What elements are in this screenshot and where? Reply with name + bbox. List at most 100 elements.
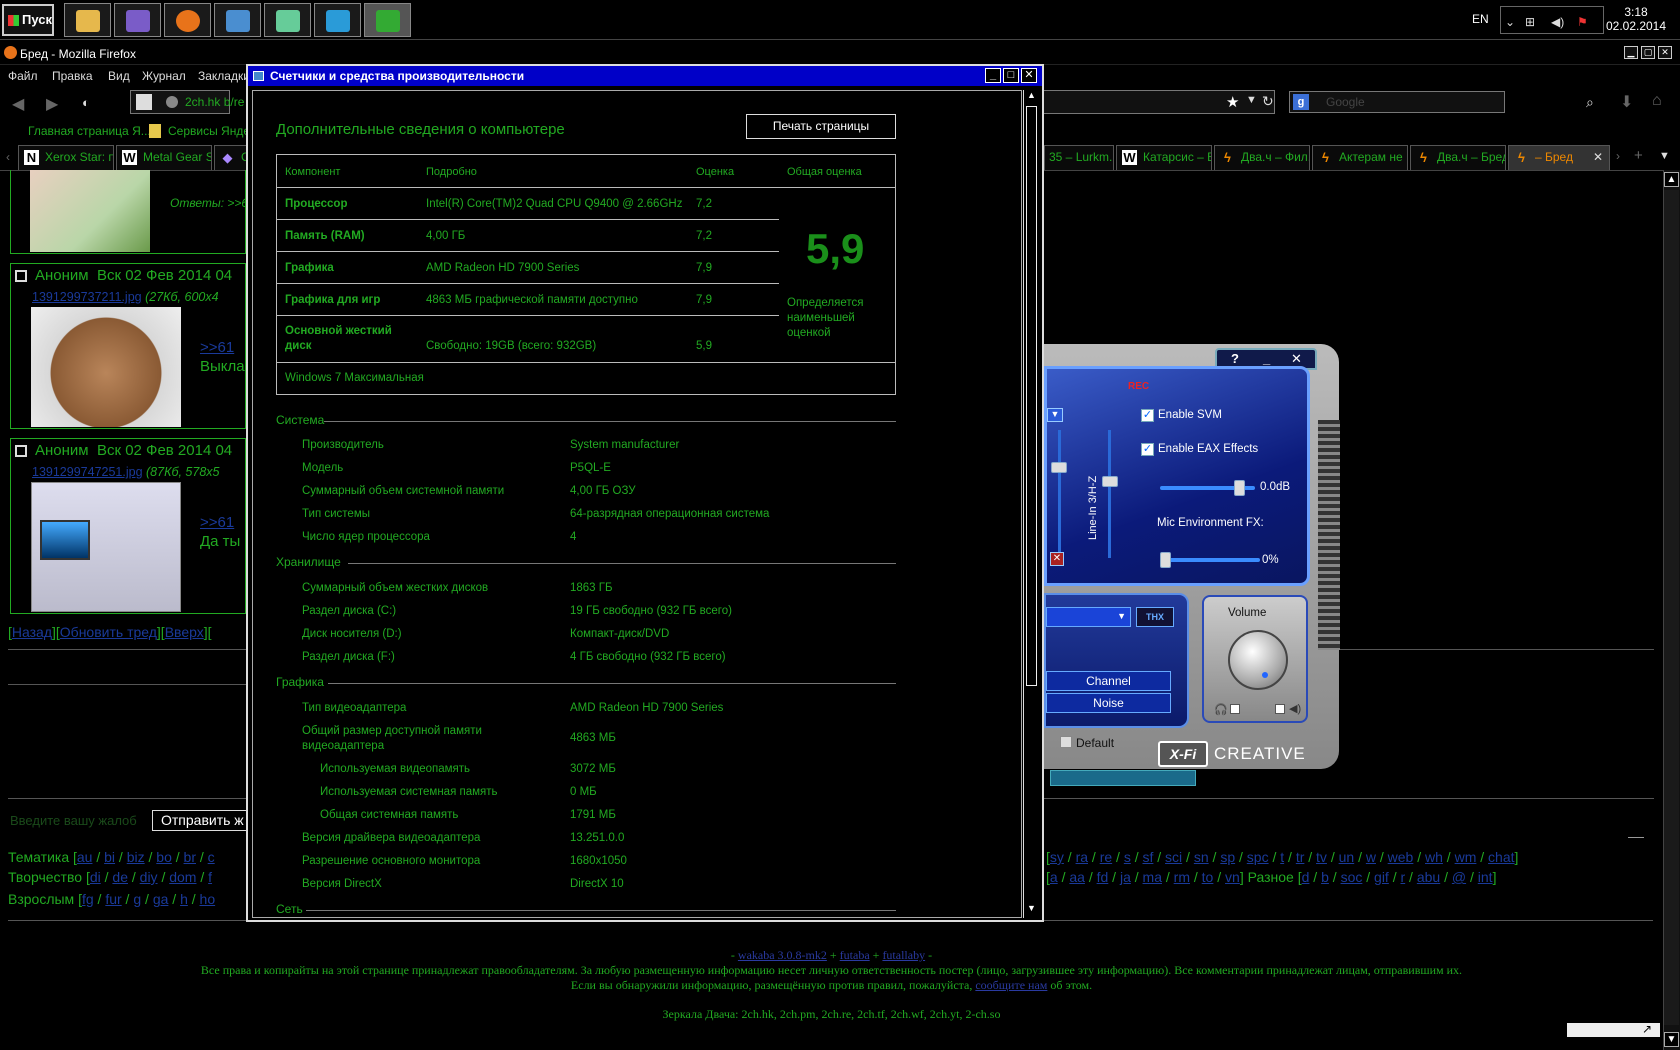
new-tab-icon[interactable]: +	[1634, 147, 1643, 164]
mic-fx-slider[interactable]	[1160, 558, 1260, 562]
taskbar-app-performance[interactable]	[364, 3, 411, 37]
chevron-down-icon[interactable]: ⌄	[1505, 15, 1515, 29]
reload-icon[interactable]: ↻	[1262, 93, 1274, 110]
board-link[interactable]: rm	[1174, 869, 1190, 885]
board-link[interactable]: ma	[1143, 869, 1162, 885]
close-icon[interactable]: ✕	[1291, 351, 1302, 367]
print-page-button[interactable]: Печать страницы	[746, 114, 896, 139]
futallaby-link[interactable]: futallaby	[882, 948, 925, 962]
home-icon[interactable]: ⌂	[1652, 92, 1662, 110]
board-link[interactable]: int	[1478, 869, 1493, 885]
dialog-minimize-button[interactable]: _	[985, 68, 1001, 83]
board-link[interactable]: soc	[1341, 869, 1363, 885]
refresh-thread-link[interactable]: Обновить тред	[60, 624, 157, 640]
board-link[interactable]: ga	[153, 891, 169, 907]
start-button[interactable]: Пуск	[2, 4, 54, 36]
dialog-scrollbar-thumb[interactable]	[1026, 106, 1037, 686]
board-link[interactable]: w	[1366, 849, 1376, 865]
taskbar-app-media[interactable]	[314, 3, 361, 37]
tab-xerox[interactable]: NXerox Star: пу...	[18, 145, 114, 170]
reply-link[interactable]: >>61	[200, 339, 234, 356]
board-link[interactable]: s	[1124, 849, 1131, 865]
tab-scroll-right-icon[interactable]: ›	[1616, 149, 1620, 163]
taskbar-app-visual-studio[interactable]	[114, 3, 161, 37]
scroll-down-icon[interactable]: ▼	[1664, 1032, 1679, 1047]
tab-metal-gear[interactable]: WMetal Gear S...	[116, 145, 212, 170]
board-link[interactable]: b	[1321, 869, 1329, 885]
back-link[interactable]: Назад	[12, 624, 52, 640]
dialog-maximize-button[interactable]: □	[1003, 68, 1019, 83]
board-link[interactable]: de	[112, 869, 128, 885]
board-link[interactable]: un	[1339, 849, 1355, 865]
download-icon[interactable]: ⬇	[1620, 92, 1633, 112]
bookmark-yandex[interactable]: Главная страница Я...	[28, 124, 151, 138]
board-link[interactable]: au	[77, 849, 93, 865]
mute-icon[interactable]: ✕	[1050, 552, 1064, 566]
default-checkbox[interactable]	[1060, 736, 1072, 748]
taskbar-app-explorer[interactable]	[64, 3, 111, 37]
dialog-scroll-down-icon[interactable]: ▼	[1026, 903, 1037, 917]
line-in-slider-knob[interactable]	[1102, 476, 1118, 487]
wakaba-link[interactable]: wakaba 3.0.8-mk2	[738, 948, 827, 962]
post-image[interactable]	[31, 307, 181, 427]
menu-bookmarks[interactable]: Закладки	[198, 69, 250, 83]
board-link[interactable]: re	[1100, 849, 1112, 865]
board-link[interactable]: f	[208, 869, 212, 885]
noise-button[interactable]: Noise	[1046, 693, 1171, 713]
tab-2ch-fil[interactable]: ϟДва.ч – Фил...	[1214, 145, 1310, 170]
board-link[interactable]: ja	[1120, 869, 1131, 885]
tab-close-icon[interactable]: ✕	[1593, 146, 1603, 168]
action-center-icon[interactable]: ⚑	[1577, 15, 1588, 29]
tab-2ch-bred[interactable]: ϟ Два.ч – Бред	[1410, 145, 1506, 170]
scroll-up-icon[interactable]: ▲	[1664, 172, 1679, 187]
tab-scroll-left-icon[interactable]: ‹	[6, 150, 10, 164]
board-link[interactable]: t	[1280, 849, 1284, 865]
board-link[interactable]: biz	[127, 849, 145, 865]
volume-knob[interactable]	[1228, 630, 1288, 690]
board-link[interactable]: bi	[104, 849, 115, 865]
up-link[interactable]: Вверх	[165, 624, 204, 640]
enable-eax-checkbox[interactable]: ✓	[1141, 443, 1154, 456]
board-link[interactable]: d	[1302, 869, 1310, 885]
close-button[interactable]: ✕	[1658, 46, 1672, 59]
board-link[interactable]: spc	[1247, 849, 1269, 865]
board-link[interactable]: fg	[82, 891, 94, 907]
line-in-slider-track[interactable]	[1108, 430, 1111, 558]
board-link[interactable]: sci	[1165, 849, 1182, 865]
board-link[interactable]: ra	[1076, 849, 1088, 865]
board-link[interactable]: di	[90, 869, 101, 885]
tab-active-bred[interactable]: ϟ – Бред ✕	[1508, 145, 1610, 170]
board-link[interactable]: @	[1452, 869, 1466, 885]
mic-fx-slider-knob[interactable]	[1160, 552, 1171, 568]
headphones-checkbox[interactable]	[1230, 704, 1240, 714]
dialog-scroll-up-icon[interactable]: ▲	[1026, 90, 1037, 104]
report-link[interactable]: сообщите нам	[975, 978, 1047, 992]
taskbar-app-firefox[interactable]	[164, 3, 211, 37]
board-link[interactable]: gif	[1374, 869, 1389, 885]
search-input[interactable]: Google	[1289, 91, 1505, 113]
board-link[interactable]: abu	[1417, 869, 1440, 885]
menu-view[interactable]: Вид	[108, 69, 130, 83]
board-link[interactable]: to	[1202, 869, 1214, 885]
post-image[interactable]	[30, 170, 150, 252]
post-replies[interactable]: Ответы: >>6	[170, 196, 248, 210]
board-link[interactable]: fur	[105, 891, 121, 907]
board-link[interactable]: tr	[1296, 849, 1305, 865]
menu-edit[interactable]: Правка	[52, 69, 93, 83]
help-icon[interactable]: ?	[1231, 351, 1239, 366]
tab-actors[interactable]: ϟАктерам не ...	[1312, 145, 1408, 170]
tab-list-icon[interactable]: ▼	[1659, 150, 1670, 162]
maximize-button[interactable]: ▢	[1641, 46, 1655, 59]
resize-arrow-icon[interactable]: ↗	[1642, 1022, 1652, 1036]
reply-link[interactable]: >>61	[200, 514, 234, 531]
minimize-button[interactable]: ▁	[1624, 46, 1638, 59]
board-link[interactable]: r	[1401, 869, 1406, 885]
board-link[interactable]: chat	[1488, 849, 1514, 865]
board-link[interactable]: sp	[1220, 849, 1235, 865]
complaint-input[interactable]: Введите вашу жалоб	[10, 813, 137, 828]
gain-slider-knob[interactable]	[1234, 480, 1245, 496]
board-link[interactable]: sf	[1142, 849, 1153, 865]
level-slider-track[interactable]	[1058, 430, 1061, 558]
clock[interactable]: 3:18 02.02.2014	[1600, 5, 1672, 33]
board-link[interactable]: sy	[1050, 849, 1064, 865]
